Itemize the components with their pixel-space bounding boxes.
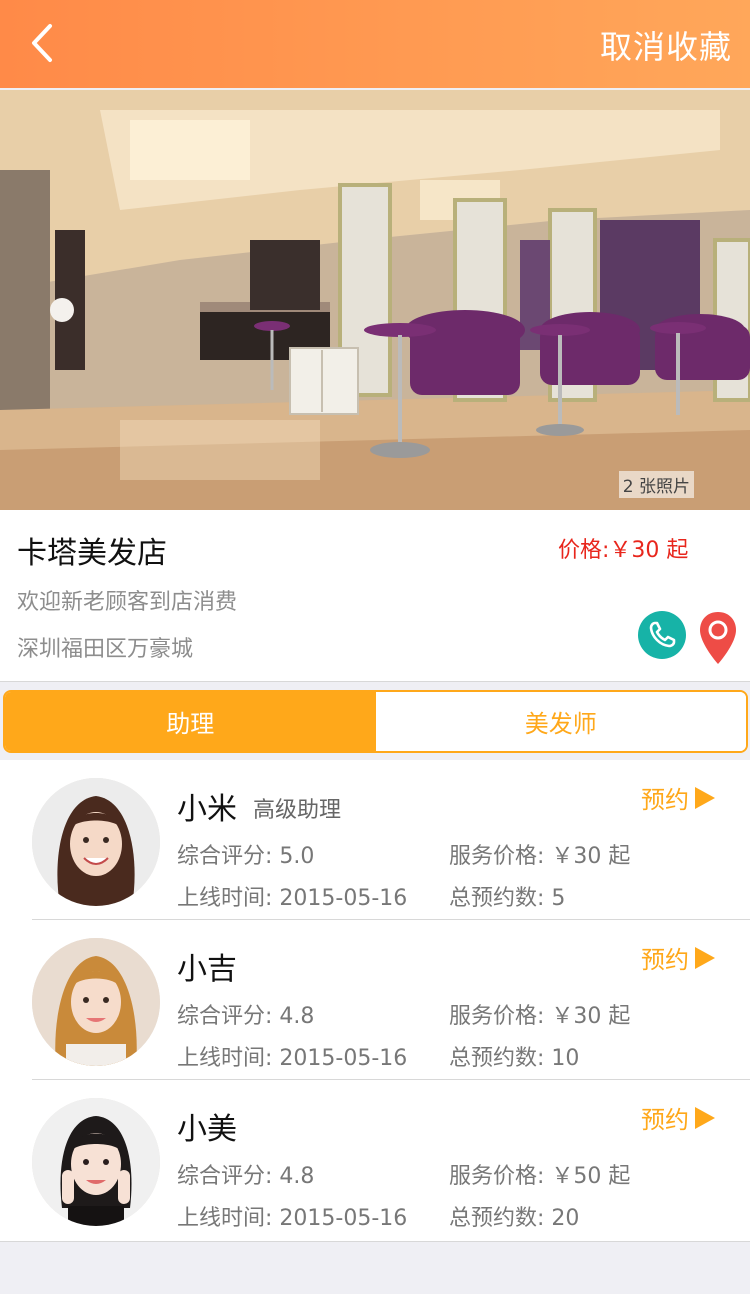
price-label: 服务价格: bbox=[449, 844, 545, 869]
shop-description: 欢迎新老顾客到店消费 bbox=[17, 590, 238, 615]
phone-icon bbox=[649, 621, 676, 648]
book-label: 预约 bbox=[641, 1106, 689, 1134]
staff-name: 小吉 bbox=[177, 952, 237, 987]
rating-value: 4.8 bbox=[279, 1164, 315, 1189]
online-stat: 上线时间: 2015-05-16 bbox=[177, 880, 407, 912]
count-value: 20 bbox=[551, 1206, 580, 1231]
salon-photo[interactable]: 2 张照片 bbox=[0, 90, 750, 510]
count-label: 总预约数: bbox=[449, 1046, 545, 1071]
price-label: 服务价格: bbox=[449, 1004, 545, 1029]
staff-type-tabs: 助理 美发师 bbox=[3, 690, 748, 753]
count-stat: 总预约数: 20 bbox=[449, 1200, 579, 1232]
price-stat: 服务价格: ￥50 起 bbox=[449, 1158, 630, 1190]
location-button[interactable] bbox=[698, 608, 738, 668]
book-button[interactable]: 预约 bbox=[641, 780, 715, 815]
play-triangle-icon bbox=[695, 946, 715, 969]
tab-assistant[interactable]: 助理 bbox=[5, 692, 376, 751]
shop-info-card: 卡塔美发店 价格:￥30 起 欢迎新老顾客到店消费 深圳福田区万豪城 bbox=[0, 510, 750, 682]
avatar bbox=[32, 778, 160, 906]
rating-stat: 综合评分: 4.8 bbox=[177, 998, 314, 1030]
count-stat: 总预约数: 5 bbox=[449, 880, 565, 912]
online-stat: 上线时间: 2015-05-16 bbox=[177, 1040, 407, 1072]
price-value: ￥30 起 bbox=[551, 1004, 631, 1029]
online-label: 上线时间: bbox=[177, 1206, 273, 1231]
price-value: ￥30 起 bbox=[551, 844, 631, 869]
staff-name: 小美 bbox=[177, 1112, 237, 1147]
back-button[interactable] bbox=[24, 18, 64, 68]
top-nav-bar: 取消收藏 bbox=[0, 0, 750, 88]
avatar bbox=[32, 938, 160, 1066]
staff-row[interactable]: 小吉 预约 综合评分: 4.8 服务价格: ￥30 起 上线时间: 2015-0… bbox=[0, 920, 750, 1080]
cancel-favorite-button[interactable]: 取消收藏 bbox=[600, 22, 732, 68]
rating-stat: 综合评分: 5.0 bbox=[177, 838, 314, 870]
rating-value: 4.8 bbox=[279, 1004, 315, 1029]
count-value: 10 bbox=[551, 1046, 580, 1071]
staff-name: 小米 bbox=[177, 792, 237, 827]
avatar bbox=[32, 1098, 160, 1226]
online-value: 2015-05-16 bbox=[279, 1046, 408, 1071]
shop-address: 深圳福田区万豪城 bbox=[17, 637, 194, 662]
count-label: 总预约数: bbox=[449, 1206, 545, 1231]
count-value: 5 bbox=[551, 886, 566, 911]
price-stat: 服务价格: ￥30 起 bbox=[449, 998, 630, 1030]
book-label: 预约 bbox=[641, 946, 689, 974]
staff-row[interactable]: 小美 预约 综合评分: 4.8 服务价格: ￥50 起 上线时间: 2015-0… bbox=[0, 1080, 750, 1240]
online-value: 2015-05-16 bbox=[279, 1206, 408, 1231]
price-stat: 服务价格: ￥30 起 bbox=[449, 838, 630, 870]
play-triangle-icon bbox=[695, 786, 715, 809]
rating-stat: 综合评分: 4.8 bbox=[177, 1158, 314, 1190]
count-label: 总预约数: bbox=[449, 886, 545, 911]
staff-role: 高级助理 bbox=[253, 798, 342, 823]
play-triangle-icon bbox=[695, 1106, 715, 1129]
photo-count-badge: 2 张照片 bbox=[618, 471, 694, 498]
shop-price: 价格:￥30 起 bbox=[558, 538, 689, 563]
map-pin-icon bbox=[700, 612, 736, 664]
rating-label: 综合评分: bbox=[177, 844, 273, 869]
price-value: ￥50 起 bbox=[551, 1164, 631, 1189]
book-button[interactable]: 预约 bbox=[641, 940, 715, 975]
rating-label: 综合评分: bbox=[177, 1164, 273, 1189]
book-button[interactable]: 预约 bbox=[641, 1100, 715, 1135]
online-label: 上线时间: bbox=[177, 886, 273, 911]
online-stat: 上线时间: 2015-05-16 bbox=[177, 1200, 407, 1232]
tab-stylist[interactable]: 美发师 bbox=[375, 692, 746, 751]
book-label: 预约 bbox=[641, 786, 689, 814]
call-button[interactable] bbox=[638, 611, 686, 659]
rating-label: 综合评分: bbox=[177, 1004, 273, 1029]
count-stat: 总预约数: 10 bbox=[449, 1040, 579, 1072]
staff-list: 小米 高级助理 预约 综合评分: 5.0 服务价格: ￥30 起 上线时间: 2… bbox=[0, 760, 750, 1242]
staff-row[interactable]: 小米 高级助理 预约 综合评分: 5.0 服务价格: ￥30 起 上线时间: 2… bbox=[0, 760, 750, 920]
online-label: 上线时间: bbox=[177, 1046, 273, 1071]
salon-interior-image bbox=[0, 90, 750, 510]
shop-name: 卡塔美发店 bbox=[17, 536, 167, 571]
rating-value: 5.0 bbox=[279, 844, 315, 869]
price-label: 服务价格: bbox=[449, 1164, 545, 1189]
online-value: 2015-05-16 bbox=[279, 886, 408, 911]
chevron-left-icon bbox=[32, 24, 52, 62]
